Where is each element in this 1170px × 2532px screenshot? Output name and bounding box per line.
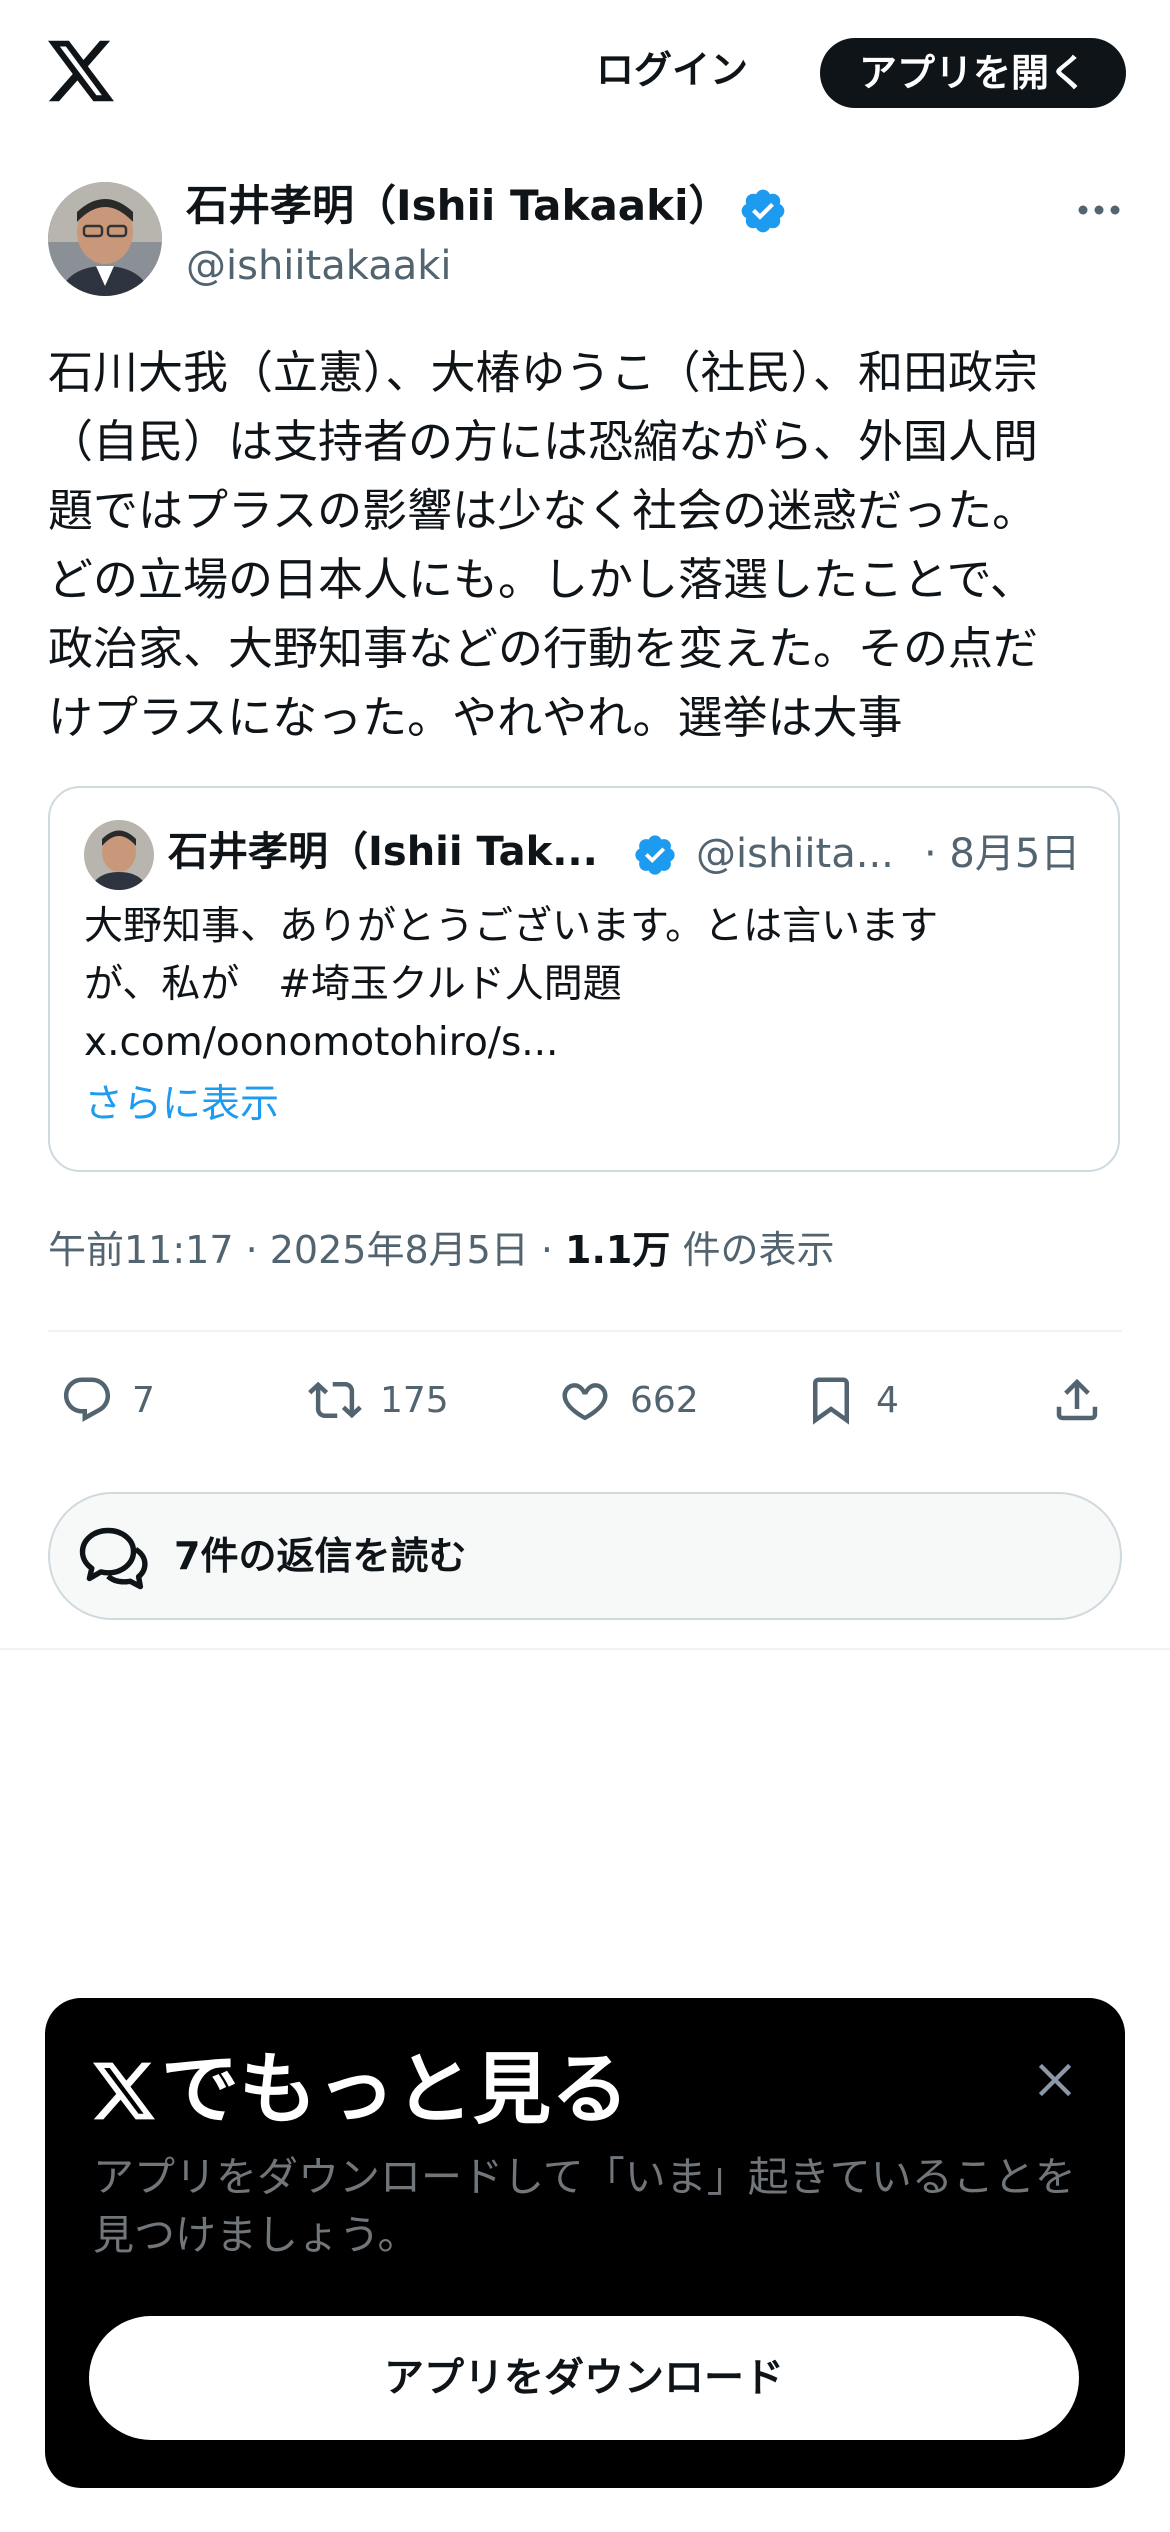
repost-icon	[308, 1381, 362, 1419]
post-text: 石川大我（立憲）、大椿ゆうこ（社民）、和田政宗 （自民）は支持者の方には恐縮なが…	[48, 338, 1128, 752]
more-options-icon[interactable]	[1074, 190, 1124, 230]
sheet-title: でもっと見る	[93, 2040, 629, 2140]
author-name[interactable]: 石井孝明（Ishii Takaaki）	[186, 178, 730, 234]
verified-badge-icon	[635, 835, 675, 875]
post-meta: 午前11:17 · 2025年8月5日 · 1.1万 件の表示	[48, 1222, 834, 1278]
divider	[0, 1648, 1170, 1650]
quoted-text-line: が、私が #埼玉クルド人問題	[84, 962, 622, 1007]
bookmark-count: 4	[876, 1379, 899, 1421]
bookmark-button[interactable]: 4	[804, 1370, 899, 1430]
like-count: 662	[630, 1379, 699, 1421]
quoted-text-line: x.com/oonomotohiro/s...	[84, 1020, 559, 1065]
share-button[interactable]	[1050, 1370, 1104, 1430]
quoted-avatar	[84, 820, 154, 890]
x-logo-icon	[93, 2062, 155, 2120]
verified-badge-icon	[741, 189, 785, 233]
post-text-line: どの立場の日本人にも。しかし落選したことで、	[48, 553, 1035, 606]
reply-button[interactable]: 7	[60, 1370, 155, 1430]
download-app-button[interactable]: アプリをダウンロード	[89, 2316, 1079, 2440]
like-button[interactable]: 662	[558, 1370, 699, 1430]
show-more-link[interactable]: さらに表示	[84, 1076, 279, 1134]
bookmark-icon	[813, 1377, 849, 1425]
avatar[interactable]	[48, 182, 162, 296]
views-label: 件の表示	[670, 1228, 835, 1272]
reply-icon	[63, 1377, 111, 1422]
post-text-line: 石川大我（立憲）、大椿ゆうこ（社民）、和田政宗	[48, 346, 1039, 399]
reply-count: 7	[132, 1379, 155, 1421]
share-icon	[1056, 1378, 1098, 1421]
repost-button[interactable]: 175	[308, 1370, 449, 1430]
post-text-line: けプラスになった。やれやれ。選挙は大事	[48, 691, 903, 744]
app-promo-sheet: でもっと見る アプリをダウンロードして「いま」起きていることを見つけましょう。 …	[45, 1998, 1125, 2488]
close-icon[interactable]	[1029, 2054, 1081, 2106]
post-text-line: （自民）は支持者の方には恐縮ながら、外国人問	[48, 415, 1039, 468]
quoted-post-card[interactable]: 石井孝明（Ishii Tak... @ishiita... · 8月5日 大野知…	[48, 786, 1120, 1172]
login-link[interactable]: ログイン	[596, 40, 748, 100]
quoted-date: · 8月5日	[924, 831, 1081, 877]
post-timestamp[interactable]: 午前11:17 · 2025年8月5日 ·	[48, 1228, 565, 1272]
post-text-line: 題ではプラスの影響は少なく社会の迷惑だった。	[48, 484, 1038, 537]
read-replies-label: 7件の返信を読む	[174, 1534, 467, 1578]
author-handle[interactable]: @ishiitakaaki	[186, 240, 452, 292]
quoted-author-handle: @ishiita...	[696, 831, 894, 877]
top-bar: ログイン アプリを開く	[0, 0, 1170, 150]
read-replies-button[interactable]: 7件の返信を読む	[48, 1492, 1122, 1620]
post-text-line: 政治家、大野知事などの行動を変えた。その点だ	[48, 622, 1039, 675]
views-count: 1.1万	[565, 1228, 671, 1272]
sheet-description: アプリをダウンロードして「いま」起きていることを見つけましょう。	[93, 2153, 1076, 2259]
heart-icon	[562, 1383, 608, 1421]
quoted-text: 大野知事、ありがとうございます。とは言います が、私が #埼玉クルド人問題 x.…	[84, 898, 1084, 1072]
repost-count: 175	[380, 1379, 449, 1421]
quoted-text-line: 大野知事、ありがとうございます。とは言います	[84, 904, 939, 949]
open-app-button[interactable]: アプリを開く	[820, 38, 1126, 108]
quoted-author-name: 石井孝明（Ishii Tak...	[168, 829, 598, 875]
divider	[48, 1330, 1122, 1332]
conversation-icon	[79, 1527, 148, 1590]
sheet-title-text: でもっと見る	[161, 2045, 630, 2135]
x-logo-icon[interactable]	[48, 40, 114, 102]
